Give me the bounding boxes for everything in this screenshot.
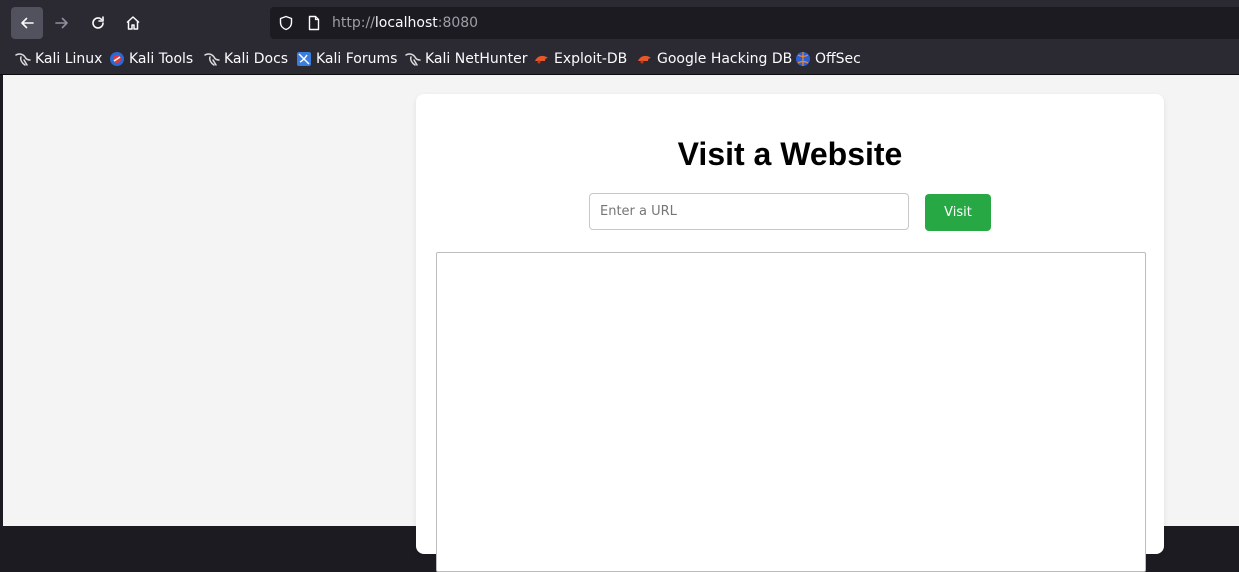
page-icon	[308, 15, 320, 31]
reload-icon	[92, 16, 104, 29]
website-frame[interactable]	[436, 252, 1146, 572]
exploit-db-icon	[638, 55, 651, 64]
page-title: Visit a Website	[677, 136, 903, 172]
bookmark-label: Kali Docs	[224, 51, 289, 67]
address-bar[interactable]: http://localhost:8080	[270, 7, 1239, 39]
bookmark-kali-linux[interactable]: Kali Linux	[15, 50, 102, 68]
url-text[interactable]: http://localhost:8080	[332, 14, 478, 32]
url-port: :8080	[437, 15, 479, 31]
bookmark-label: Kali Linux	[35, 51, 103, 67]
reload-button[interactable]	[82, 7, 114, 39]
bookmark-label: Kali Tools	[129, 51, 194, 67]
bookmark-label: Google Hacking DB	[657, 51, 793, 67]
bookmark-kali-docs[interactable]: Kali Docs	[204, 50, 288, 68]
back-button[interactable]	[11, 7, 43, 39]
url-scheme: http://	[332, 15, 375, 31]
shield-icon[interactable]	[278, 15, 294, 31]
bookmark-label: Exploit-DB	[554, 51, 628, 67]
forward-button[interactable]	[46, 7, 78, 39]
kali-dragon-icon	[15, 53, 31, 66]
home-icon	[126, 16, 140, 30]
bookmark-exploit-db[interactable]: Exploit-DB	[534, 50, 627, 68]
bookmark-google-hacking-db[interactable]: Google Hacking DB	[637, 50, 792, 68]
kali-tools-icon	[110, 52, 124, 66]
bookmark-offsec[interactable]: OffSec	[795, 50, 861, 68]
bookmarks-bar: Kali Linux Kali Tools Kali Docs Kali For…	[0, 44, 1239, 75]
bookmark-kali-nethunter[interactable]: Kali NetHunter	[405, 50, 527, 68]
kali-forums-icon	[297, 52, 311, 66]
url-input[interactable]	[589, 193, 909, 230]
url-host: localhost	[374, 15, 438, 31]
bookmark-label: Kali NetHunter	[425, 51, 528, 67]
bookmark-label: Kali Forums	[316, 51, 398, 67]
bookmark-kali-tools[interactable]: Kali Tools	[109, 50, 193, 68]
bookmark-label: OffSec	[815, 51, 861, 67]
bookmark-kali-forums[interactable]: Kali Forums	[296, 50, 397, 68]
kali-dragon-icon	[405, 53, 421, 66]
arrow-right-icon	[55, 17, 68, 29]
page-viewport: Visit a Website Visit	[3, 75, 1239, 572]
visit-button[interactable]: Visit	[925, 194, 991, 231]
exploit-db-icon	[535, 55, 548, 64]
kali-dragon-icon	[204, 53, 220, 66]
arrow-left-icon	[21, 17, 34, 29]
home-button[interactable]	[117, 7, 149, 39]
browser-toolbar: http://localhost:8080	[0, 0, 1239, 44]
offsec-icon	[796, 52, 810, 66]
visit-card: Visit a Website Visit	[416, 94, 1164, 572]
